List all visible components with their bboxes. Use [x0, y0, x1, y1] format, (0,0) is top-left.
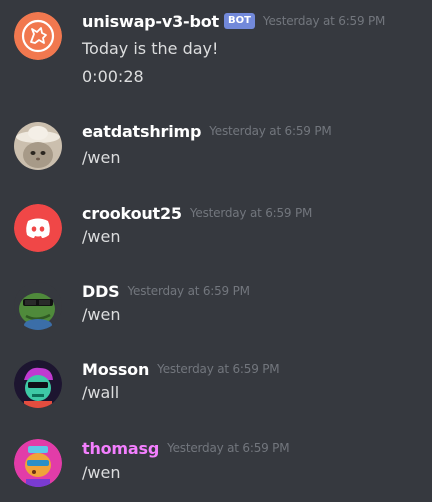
message-header: uniswap-v3-bot BOT Yesterday at 6:59 PM — [82, 10, 385, 32]
timestamp: Yesterday at 6:59 PM — [157, 362, 280, 376]
message-text: /wen — [82, 227, 121, 246]
message-header: crookout25 Yesterday at 6:59 PM — [82, 202, 312, 224]
username[interactable]: eatdatshrimp — [82, 122, 201, 141]
message-text: Today is the day! — [82, 39, 219, 58]
message-header: DDS Yesterday at 6:59 PM — [82, 280, 250, 302]
message-text: /wen — [82, 148, 121, 167]
punk-character-avatar[interactable] — [14, 360, 62, 408]
message-header: thomasg Yesterday at 6:59 PM — [82, 437, 290, 459]
bot-badge: BOT — [223, 13, 255, 29]
pepe-frog-avatar[interactable] — [14, 282, 62, 330]
message-text: /wen — [82, 305, 121, 324]
message-header: eatdatshrimp Yesterday at 6:59 PM — [82, 120, 332, 142]
timestamp: Yesterday at 6:59 PM — [209, 124, 332, 138]
username[interactable]: Mosson — [82, 360, 149, 379]
message-text: /wall — [82, 383, 120, 402]
username[interactable]: DDS — [82, 282, 120, 301]
username[interactable]: uniswap-v3-bot — [82, 12, 219, 31]
message-text: 0:00:28 — [82, 67, 144, 86]
message-header: Mosson Yesterday at 6:59 PM — [82, 358, 280, 380]
unicorn-avatar[interactable] — [14, 12, 62, 60]
timestamp: Yesterday at 6:59 PM — [127, 284, 250, 298]
astronaut-character-avatar[interactable] — [14, 439, 62, 487]
timestamp: Yesterday at 6:59 PM — [262, 14, 386, 28]
timestamp: Yesterday at 6:59 PM — [167, 441, 290, 455]
discord-logo-avatar[interactable] — [14, 204, 62, 252]
username[interactable]: crookout25 — [82, 204, 182, 223]
username[interactable]: thomasg — [82, 439, 159, 458]
timestamp: Yesterday at 6:59 PM — [189, 206, 313, 220]
cat-cowboy-hat-avatar[interactable] — [14, 122, 62, 170]
message-text: /wen — [82, 463, 121, 482]
